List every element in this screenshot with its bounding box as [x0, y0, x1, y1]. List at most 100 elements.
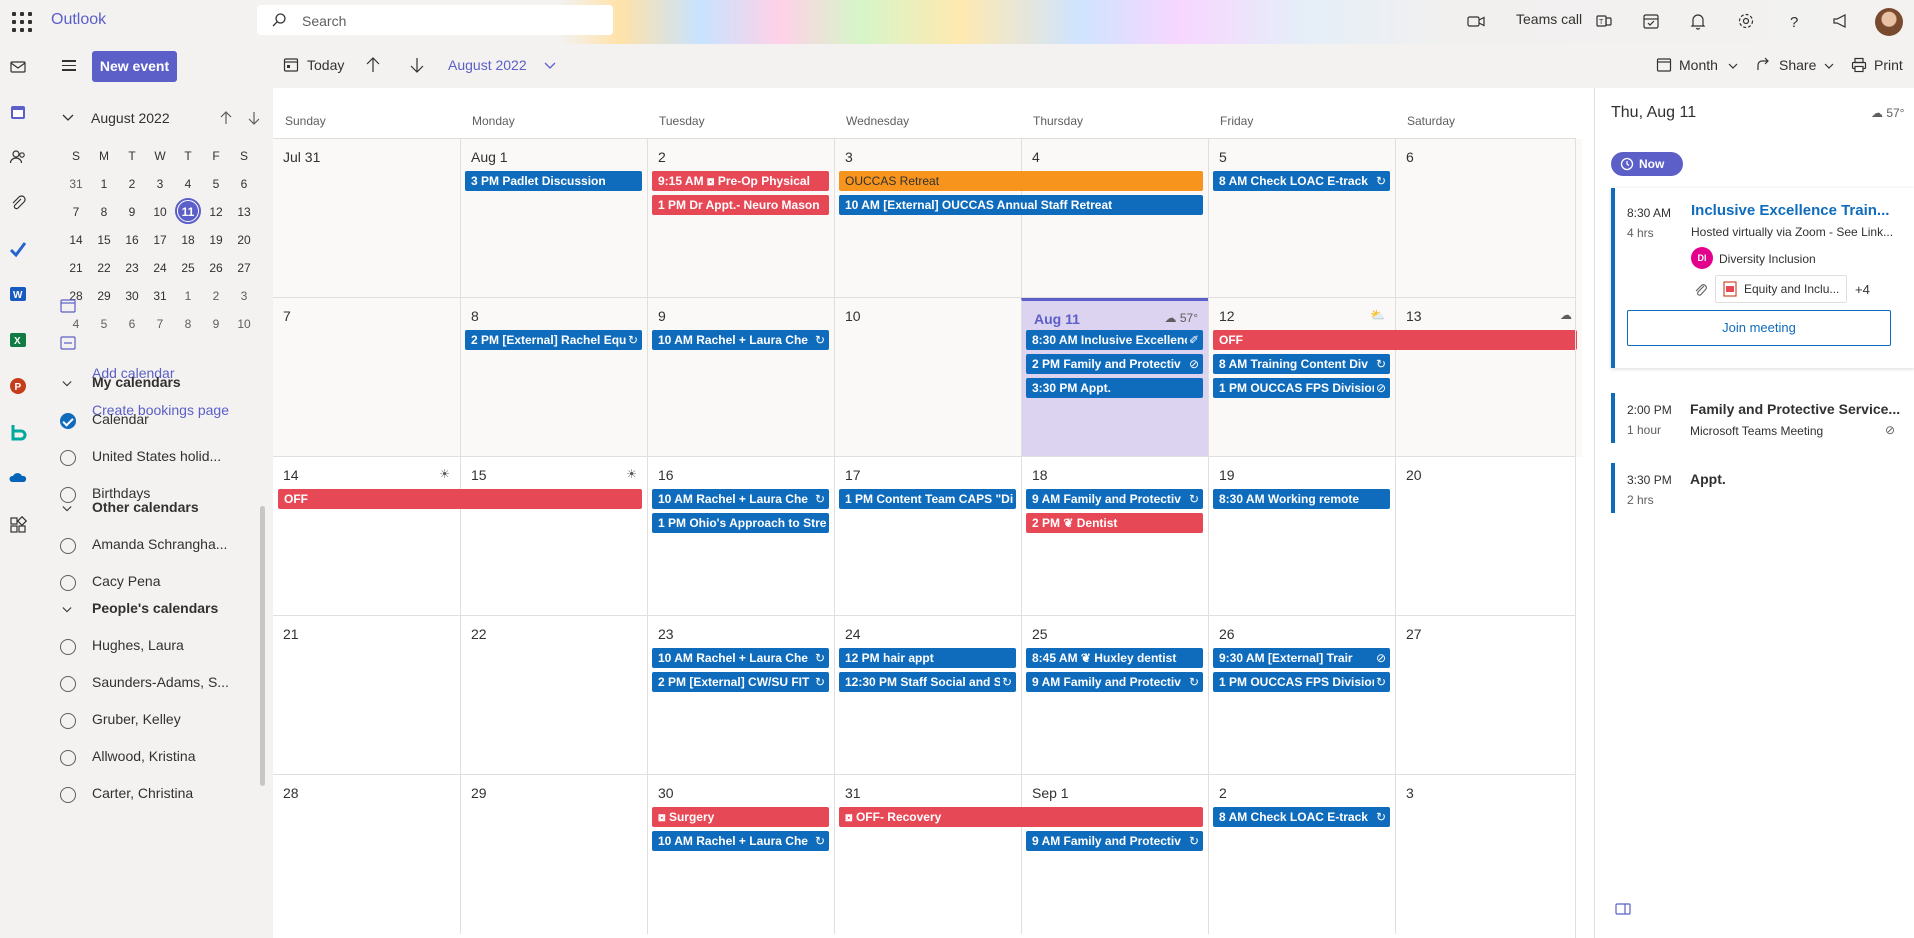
day-cell[interactable]: 10	[834, 298, 1021, 457]
mini-calendar-day[interactable]: 16	[118, 226, 146, 254]
agenda-title[interactable]: Family and Protective Service...	[1690, 401, 1900, 417]
calendar-event[interactable]: 8 AM Check LOAC E-track ↻	[1213, 171, 1390, 191]
day-cell[interactable]: 16	[647, 457, 834, 616]
day-cell[interactable]: 2	[1208, 775, 1395, 934]
now-button[interactable]: Now	[1611, 152, 1683, 176]
day-number[interactable]: Aug 11	[1034, 311, 1080, 327]
calendar-toggle[interactable]	[60, 413, 76, 429]
calendar-event[interactable]: 10 AM Rachel + Laura Che ↻	[652, 831, 829, 851]
calendar-event[interactable]: 2 PM [External] Rachel Equ ↻	[465, 330, 642, 350]
onedrive-icon[interactable]	[9, 469, 27, 487]
day-number[interactable]: 26	[1219, 626, 1235, 642]
calendar-event[interactable]: 8 AM Check LOAC E-track ↻	[1213, 807, 1390, 827]
day-number[interactable]: 6	[1406, 149, 1414, 165]
day-number[interactable]: 29	[471, 785, 487, 801]
calendar-event[interactable]: OFF	[1213, 330, 1577, 350]
mini-calendar-day[interactable]: 20	[230, 226, 258, 254]
day-number[interactable]: 2	[1219, 785, 1227, 801]
calendar-event[interactable]: 10 AM Rachel + Laura Che ↻	[652, 489, 829, 509]
calendar-toggle[interactable]	[60, 750, 76, 766]
calendar-item[interactable]: Allwood, Kristina	[92, 748, 196, 764]
feedback-icon[interactable]	[1831, 11, 1851, 31]
day-cell[interactable]: 17	[834, 457, 1021, 616]
mini-calendar-day[interactable]: 9	[202, 310, 230, 338]
my-day-icon[interactable]	[1641, 11, 1661, 31]
mini-calendar-day[interactable]: 26	[202, 254, 230, 282]
day-cell[interactable]: 15 ☀	[460, 457, 647, 616]
day-number[interactable]: 16	[658, 467, 674, 483]
calendar-event[interactable]: 12:30 PM Staff Social and S ↻	[839, 672, 1016, 692]
day-cell[interactable]: 30	[647, 775, 834, 934]
mini-calendar-day[interactable]: 14	[62, 226, 90, 254]
calendar-event[interactable]: OFF	[278, 489, 642, 509]
chevron-down-icon[interactable]	[62, 504, 72, 514]
mini-calendar-day[interactable]: 2	[202, 282, 230, 310]
collapse-pane-icon[interactable]	[1615, 902, 1631, 916]
calendar-event[interactable]: 8 AM Training Content Div ↻	[1213, 354, 1390, 374]
selected-day[interactable]: 11	[175, 198, 201, 224]
day-number[interactable]: 18	[1032, 467, 1048, 483]
calendar-event[interactable]: 2 PM Family and Protectiv ⊘	[1026, 354, 1203, 374]
attach-icon[interactable]	[9, 194, 27, 212]
more-apps-icon[interactable]	[9, 516, 27, 534]
day-number[interactable]: 31	[845, 785, 861, 801]
my-calendars-heading[interactable]: My calendars	[92, 374, 181, 390]
mini-calendar-day[interactable]: 24	[146, 254, 174, 282]
people-icon[interactable]	[9, 148, 27, 166]
calendar-event[interactable]: 10 AM Rachel + Laura Che ↻	[652, 330, 829, 350]
day-number[interactable]: 15	[471, 467, 487, 483]
day-number[interactable]: 13	[1406, 308, 1422, 324]
day-cell[interactable]: 7	[273, 298, 460, 457]
day-cell[interactable]: 6	[1395, 139, 1582, 298]
excel-icon[interactable]: X	[9, 331, 27, 349]
mini-calendar-day[interactable]: 1	[174, 282, 202, 310]
agenda-title[interactable]: Appt.	[1690, 471, 1726, 487]
day-number[interactable]: 5	[1219, 149, 1227, 165]
day-number[interactable]: 3	[1406, 785, 1414, 801]
calendar-toggle[interactable]	[60, 487, 76, 503]
teams-icon[interactable]: T	[1594, 11, 1614, 31]
calendar-event[interactable]: 1 PM OUCCAS FPS Division ↻	[1213, 672, 1390, 692]
calendar-item[interactable]: Saunders-Adams, S...	[92, 674, 229, 690]
day-cell[interactable]: 23	[647, 616, 834, 775]
calendar-event[interactable]: 9:15 AM ⧇ Pre-Op Physical	[652, 171, 829, 191]
search-input[interactable]: Search	[302, 13, 346, 29]
day-cell[interactable]: 29	[460, 775, 647, 934]
day-number[interactable]: 9	[658, 308, 666, 324]
share-button[interactable]: Share	[1779, 57, 1816, 73]
day-cell[interactable]: Jul 31	[273, 139, 460, 298]
day-number[interactable]: 24	[845, 626, 861, 642]
mini-calendar-day[interactable]: 10	[230, 310, 258, 338]
bookings-icon[interactable]	[9, 423, 27, 441]
day-cell[interactable]: 27	[1395, 616, 1582, 775]
calendar-item[interactable]: Cacy Pena	[92, 573, 160, 589]
chevron-down-icon[interactable]	[1824, 62, 1834, 70]
help-icon[interactable]: ?	[1784, 11, 1804, 31]
day-number[interactable]: 28	[283, 785, 299, 801]
teams-call-button[interactable]: Teams call	[1516, 11, 1582, 27]
mini-calendar-day[interactable]: 11	[174, 198, 202, 226]
mini-calendar-day[interactable]: 17	[146, 226, 174, 254]
agenda-item[interactable]: 2:00 PM 1 hour Family and Protective Servi…	[1611, 393, 1914, 443]
day-cell[interactable]: 3	[1395, 775, 1582, 934]
card-title[interactable]: Inclusive Excellence Train...	[1691, 202, 1889, 219]
attachment-more[interactable]: +4	[1855, 282, 1870, 297]
day-cell[interactable]: 31	[834, 775, 1021, 934]
day-cell[interactable]: 5	[1208, 139, 1395, 298]
day-number[interactable]: 10	[845, 308, 861, 324]
calendar-toggle[interactable]	[60, 676, 76, 692]
previous-arrow-icon[interactable]	[366, 56, 380, 74]
day-number[interactable]: 4	[1032, 149, 1040, 165]
calendar-event[interactable]: 1 PM Dr Appt.- Neuro Mason	[652, 195, 829, 215]
todo-icon[interactable]	[9, 240, 27, 258]
day-cell[interactable]: 26	[1208, 616, 1395, 775]
mail-icon[interactable]	[9, 58, 27, 76]
day-number[interactable]: 20	[1406, 467, 1422, 483]
day-cell[interactable]: Sep 1	[1021, 775, 1208, 934]
day-number[interactable]: 14	[283, 467, 299, 483]
day-cell[interactable]: 4	[1021, 139, 1208, 298]
mini-calendar-day[interactable]: 23	[118, 254, 146, 282]
chevron-down-icon[interactable]	[1728, 62, 1738, 70]
calendar-event[interactable]: 9:30 AM [External] Trair ⊘	[1213, 648, 1390, 668]
calendar-toggle[interactable]	[60, 538, 76, 554]
